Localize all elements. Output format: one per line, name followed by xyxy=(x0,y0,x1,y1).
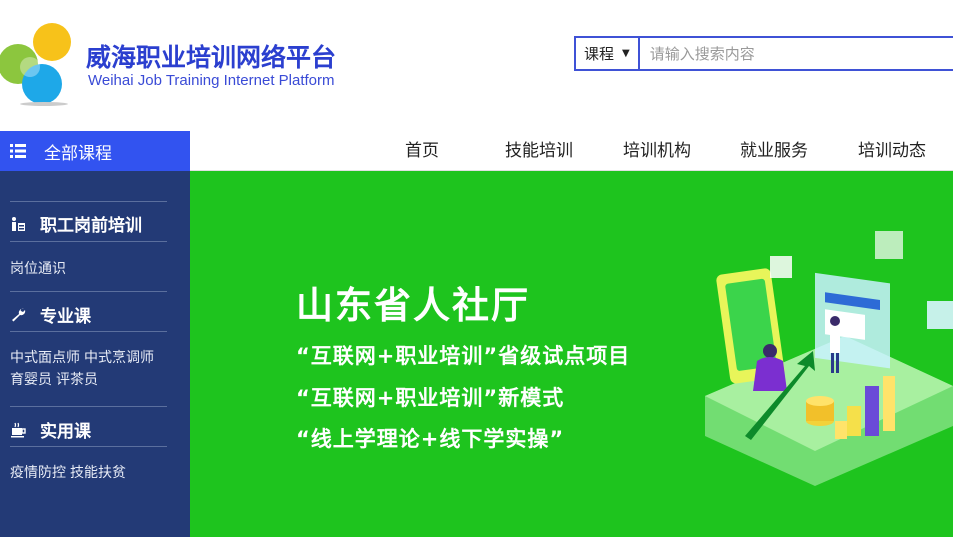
banner-title: 山东省人社厅 xyxy=(296,284,530,327)
people-icon xyxy=(12,216,25,231)
divider xyxy=(10,446,167,447)
category-links: 中式面点师 中式烹调师 育婴员 评茶员 xyxy=(10,347,158,391)
caret-down-icon: ▼ xyxy=(622,48,630,59)
course-link[interactable]: 中式烹调师 xyxy=(84,350,154,366)
category-links: 疫情防控 技能扶贫 xyxy=(10,462,130,484)
category-professional[interactable]: 专业课 xyxy=(10,302,91,327)
hero-banner[interactable]: 山东省人社厅 “互联网+职业培训”省级试点项目 “互联网+职业培训”新模式 “线… xyxy=(190,171,953,537)
course-link[interactable]: 疫情防控 xyxy=(10,465,66,481)
category-heading: 专业课 xyxy=(40,307,91,327)
wrench-icon xyxy=(12,308,26,321)
search-scope-label: 课程 xyxy=(584,45,615,63)
divider xyxy=(10,201,167,202)
site-logo-icon[interactable] xyxy=(0,12,80,107)
course-link[interactable]: 中式面点师 xyxy=(10,350,80,366)
category-heading: 职工岗前培训 xyxy=(40,216,142,236)
divider xyxy=(10,241,167,242)
category-heading: 实用课 xyxy=(40,422,91,442)
divider xyxy=(10,291,167,292)
nav-item-news[interactable]: 培训动态 xyxy=(858,131,926,171)
course-link[interactable]: 岗位通识 xyxy=(10,261,66,277)
banner-line: “互联网+职业培训”省级试点项目 xyxy=(296,344,631,368)
course-category-sidebar: 职工岗前培训 岗位通识 专业课 中式面点师 中式烹调师 育婴员 评茶员 实用课 疫情… xyxy=(0,171,190,537)
nav-item-employment[interactable]: 就业服务 xyxy=(740,131,808,171)
nav-item-institutions[interactable]: 培训机构 xyxy=(623,131,691,171)
all-courses-label: 全部课程 xyxy=(44,143,112,164)
site-title[interactable]: 威海职业培训网络平台 xyxy=(86,38,336,74)
site-subtitle: Weihai Job Training Internet Platform xyxy=(88,72,335,89)
cup-icon xyxy=(11,422,26,437)
nav-item-home[interactable]: 首页 xyxy=(405,131,439,171)
banner-line: “互联网+职业培训”新模式 xyxy=(296,386,565,410)
list-icon xyxy=(10,144,26,158)
banner-line: “线上学理论+线下学实操” xyxy=(296,427,565,451)
online-training-illustration xyxy=(705,231,953,486)
course-link[interactable]: 评茶员 xyxy=(56,372,98,388)
search-bar: 课程 ▼ xyxy=(574,36,953,71)
main-nav: 全部课程 首页 技能培训 培训机构 就业服务 培训动态 xyxy=(0,131,953,171)
course-link[interactable]: 技能扶贫 xyxy=(70,465,126,481)
divider xyxy=(10,331,167,332)
all-courses-button[interactable]: 全部课程 xyxy=(0,131,190,171)
site-header: 威海职业培训网络平台 Weihai Job Training Internet … xyxy=(0,0,953,131)
search-input[interactable] xyxy=(639,38,953,69)
divider xyxy=(10,406,167,407)
course-link[interactable]: 育婴员 xyxy=(10,372,52,388)
category-practical[interactable]: 实用课 xyxy=(10,417,91,442)
category-links: 岗位通识 xyxy=(10,258,70,280)
category-preposts[interactable]: 职工岗前培训 xyxy=(10,211,142,236)
search-scope-select[interactable]: 课程 ▼ xyxy=(576,38,640,69)
nav-item-skills[interactable]: 技能培训 xyxy=(505,131,573,171)
